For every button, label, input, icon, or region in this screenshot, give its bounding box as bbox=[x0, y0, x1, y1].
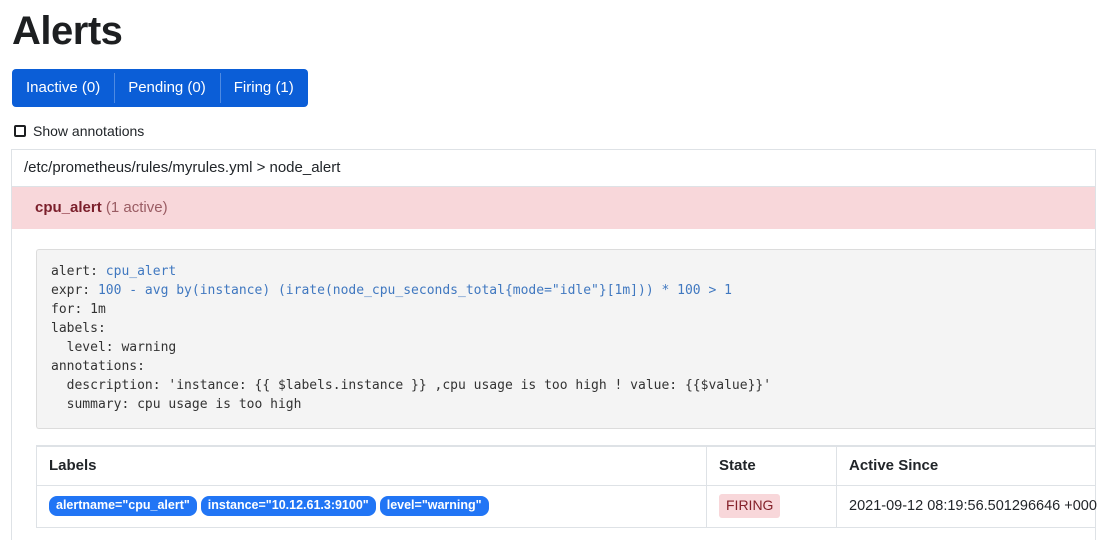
cell-state: FIRING bbox=[706, 485, 837, 528]
label-badge-alertname[interactable]: alertname="cpu_alert" bbox=[49, 496, 197, 516]
table-row: alertname="cpu_alert" instance="10.12.61.… bbox=[36, 485, 1097, 528]
state-filter-pending[interactable]: Pending (0) bbox=[114, 69, 220, 107]
alert-active-count: (1 active) bbox=[105, 199, 168, 216]
alert-state-filter-group: Inactive (0) Pending (0) Firing (1) bbox=[12, 69, 308, 107]
column-header-active-since: Active Since bbox=[836, 445, 1096, 486]
active-since-timestamp: 2021-09-12 08:19:56.501296646 +0000 UTC bbox=[849, 498, 1097, 515]
yaml-expr-key: expr: bbox=[51, 283, 98, 298]
alert-body: alert: cpu_alert expr: 100 - avg by(inst… bbox=[12, 229, 1097, 540]
rule-group-card: /etc/prometheus/rules/myrules.yml > node… bbox=[11, 149, 1097, 540]
page-title: Alerts bbox=[12, 9, 123, 53]
cell-active-since: 2021-09-12 08:19:56.501296646 +0000 UTC bbox=[836, 485, 1097, 528]
yaml-alert-value: cpu_alert bbox=[105, 264, 177, 279]
status-badge: FIRING bbox=[719, 494, 781, 518]
label-badge-instance[interactable]: instance="10.12.61.3:9100" bbox=[200, 496, 376, 516]
alert-name: cpu_alert bbox=[35, 199, 102, 216]
cell-labels: alertname="cpu_alert" instance="10.12.61.… bbox=[36, 485, 707, 528]
yaml-for: for: 1m bbox=[51, 302, 106, 317]
alert-rule-yaml: alert: cpu_alert expr: 100 - avg by(inst… bbox=[36, 249, 1095, 429]
table-header-row: Labels State Active Since bbox=[36, 445, 1096, 486]
yaml-label-level: level: warning bbox=[51, 340, 177, 355]
state-filter-firing[interactable]: Firing (1) bbox=[219, 69, 308, 107]
alerts-page: Alerts Inactive (0) Pending (0) Firing (… bbox=[0, 9, 1097, 540]
label-badge-level[interactable]: level="warning" bbox=[379, 496, 489, 516]
column-header-labels: Labels bbox=[36, 445, 707, 486]
yaml-labels: labels: bbox=[51, 321, 106, 336]
alert-header[interactable]: cpu_alert (1 active) bbox=[12, 187, 1095, 229]
yaml-annotation-summary: summary: cpu usage is too high bbox=[51, 397, 302, 412]
state-filter-inactive[interactable]: Inactive (0) bbox=[12, 69, 115, 107]
show-annotations-checkbox[interactable] bbox=[14, 125, 26, 137]
show-annotations-row[interactable]: Show annotations bbox=[14, 123, 1085, 139]
yaml-annotation-description: description: 'instance: {{ $labels.insta… bbox=[51, 378, 772, 393]
yaml-expr-value: 100 - avg by(instance) (irate(node_cpu_s… bbox=[97, 283, 732, 298]
column-header-state: State bbox=[706, 445, 837, 486]
yaml-annotations: annotations: bbox=[51, 359, 145, 374]
alert-instances-table: Labels State Active Since alertname="cpu… bbox=[36, 445, 1097, 528]
yaml-alert-key: alert: bbox=[51, 264, 106, 279]
show-annotations-label: Show annotations bbox=[33, 123, 145, 139]
rule-group-breadcrumb: /etc/prometheus/rules/myrules.yml > node… bbox=[12, 150, 1095, 187]
